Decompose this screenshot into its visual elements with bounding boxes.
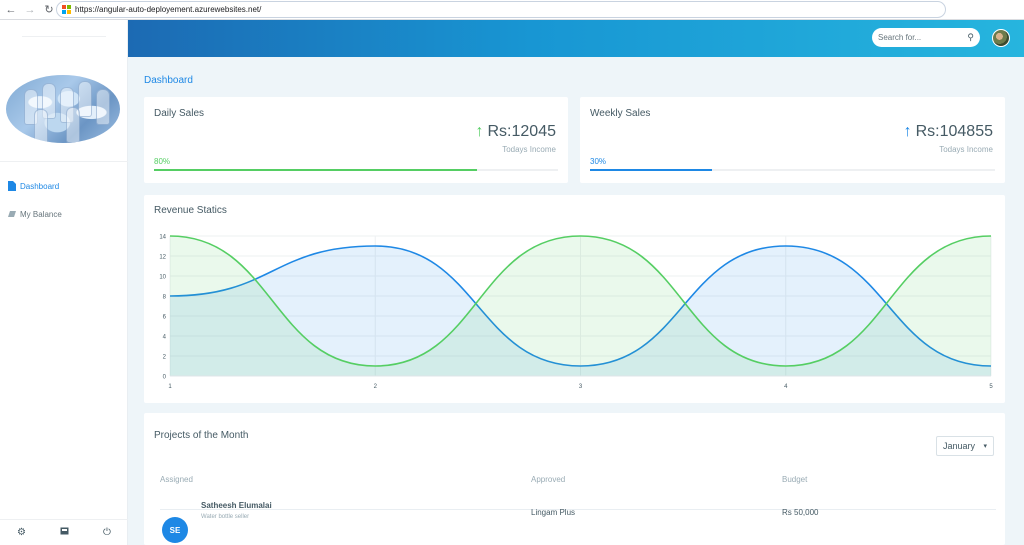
arrow-up-icon: ↑ [903, 123, 912, 140]
site-logo-icon [62, 5, 71, 14]
x-tick-label: 2 [374, 384, 378, 390]
power-icon[interactable]: ⏻ [103, 527, 111, 538]
page-title: Dashboard [144, 75, 193, 86]
progress-fill [154, 169, 478, 171]
progress-percent: 80% [154, 157, 171, 166]
progress-fill [590, 169, 712, 171]
wallet-icon [8, 211, 16, 217]
search-placeholder: Search for... [878, 33, 922, 42]
progress-percent: 30% [590, 157, 607, 166]
month-select[interactable]: January ▾ [936, 436, 994, 456]
assignee-role: Water bottle seller [201, 514, 250, 520]
search-icon[interactable]: ⚲ [967, 32, 974, 43]
card-title: Daily Sales [154, 108, 205, 119]
selected-month: January [943, 441, 976, 451]
sidebar-item-label: Dashboard [20, 181, 60, 191]
water-bottles-image [6, 75, 120, 143]
gear-icon[interactable]: ⚙ [17, 527, 26, 538]
projects-card: Projects of the Month January ▾ Assigned… [144, 413, 1005, 545]
sidebar-footer: ⚙ ⏻ [0, 519, 128, 545]
document-icon [8, 181, 16, 191]
search-input[interactable]: Search for... ⚲ [872, 28, 980, 47]
card-title: Projects of the Month [154, 430, 249, 441]
y-tick-label: 2 [163, 355, 167, 361]
arrow-right-icon[interactable]: → [22, 2, 38, 18]
weekly-sales-value: ↑ Rs:104855 [904, 123, 993, 141]
sales-subtitle: Todays Income [939, 145, 993, 154]
card-title: Weekly Sales [590, 108, 651, 119]
y-tick-label: 8 [163, 295, 167, 301]
assignee-name: Satheesh Elumalai [201, 501, 272, 510]
avatar: SE [162, 517, 188, 543]
sidebar: Dashboard My Balance ⚙ ⏻ [0, 20, 128, 545]
y-tick-label: 4 [163, 335, 167, 341]
weekly-sales-card: Weekly Sales ↑ Rs:104855 Todays Income 3… [580, 97, 1005, 183]
budget-value: Rs 50,000 [782, 508, 819, 517]
sales-amount: Rs:104855 [915, 123, 993, 140]
column-header-assigned: Assigned [160, 475, 193, 484]
sidebar-item-dashboard[interactable]: Dashboard [8, 181, 59, 191]
sales-amount: Rs:12045 [487, 123, 557, 140]
x-tick-label: 3 [579, 384, 583, 390]
revenue-chart-card: Revenue Statics 0 2 4 6 8 10 12 14 1 2 3 4 5 [144, 195, 1005, 403]
approved-value: Lingam Plus [531, 508, 576, 517]
select-arrows-icon: ▾ [983, 443, 987, 450]
browser-toolbar: ← → ↻ https://angular-auto-deployement.a… [0, 0, 1024, 20]
y-tick-label: 6 [163, 315, 167, 321]
column-header-approved: Approved [531, 475, 566, 484]
y-tick-label: 12 [159, 255, 166, 261]
sidebar-item-my-balance[interactable]: My Balance [8, 209, 62, 219]
y-tick-label: 14 [159, 235, 166, 241]
progress-bar [590, 169, 995, 171]
x-tick-label: 1 [168, 384, 172, 390]
y-tick-label: 10 [159, 275, 166, 281]
arrow-up-icon: ↑ [475, 123, 484, 140]
reload-icon[interactable]: ↻ [41, 2, 57, 18]
sales-subtitle: Todays Income [502, 145, 556, 154]
x-tick-label: 4 [784, 384, 788, 390]
column-header-budget: Budget [782, 475, 808, 484]
divider [0, 161, 128, 162]
top-header: Search for... ⚲ [128, 20, 1024, 57]
progress-bar [154, 169, 558, 171]
daily-sales-value: ↑ Rs:12045 [476, 123, 557, 141]
x-tick-label: 5 [989, 384, 993, 390]
divider [22, 36, 106, 37]
mail-icon[interactable] [60, 527, 69, 538]
revenue-chart: 024681012141 2 3 4 5 [159, 235, 993, 391]
y-tick-label: 0 [163, 375, 167, 381]
avatar[interactable] [992, 29, 1010, 47]
arrow-left-icon[interactable]: ← [3, 2, 19, 18]
url-text: https://angular-auto-deployement.azurewe… [75, 5, 262, 14]
divider [160, 509, 996, 510]
daily-sales-card: Daily Sales ↑ Rs:12045 Todays Income 80% [144, 97, 568, 183]
address-bar[interactable]: https://angular-auto-deployement.azurewe… [56, 1, 946, 18]
sidebar-item-label: My Balance [20, 209, 62, 219]
